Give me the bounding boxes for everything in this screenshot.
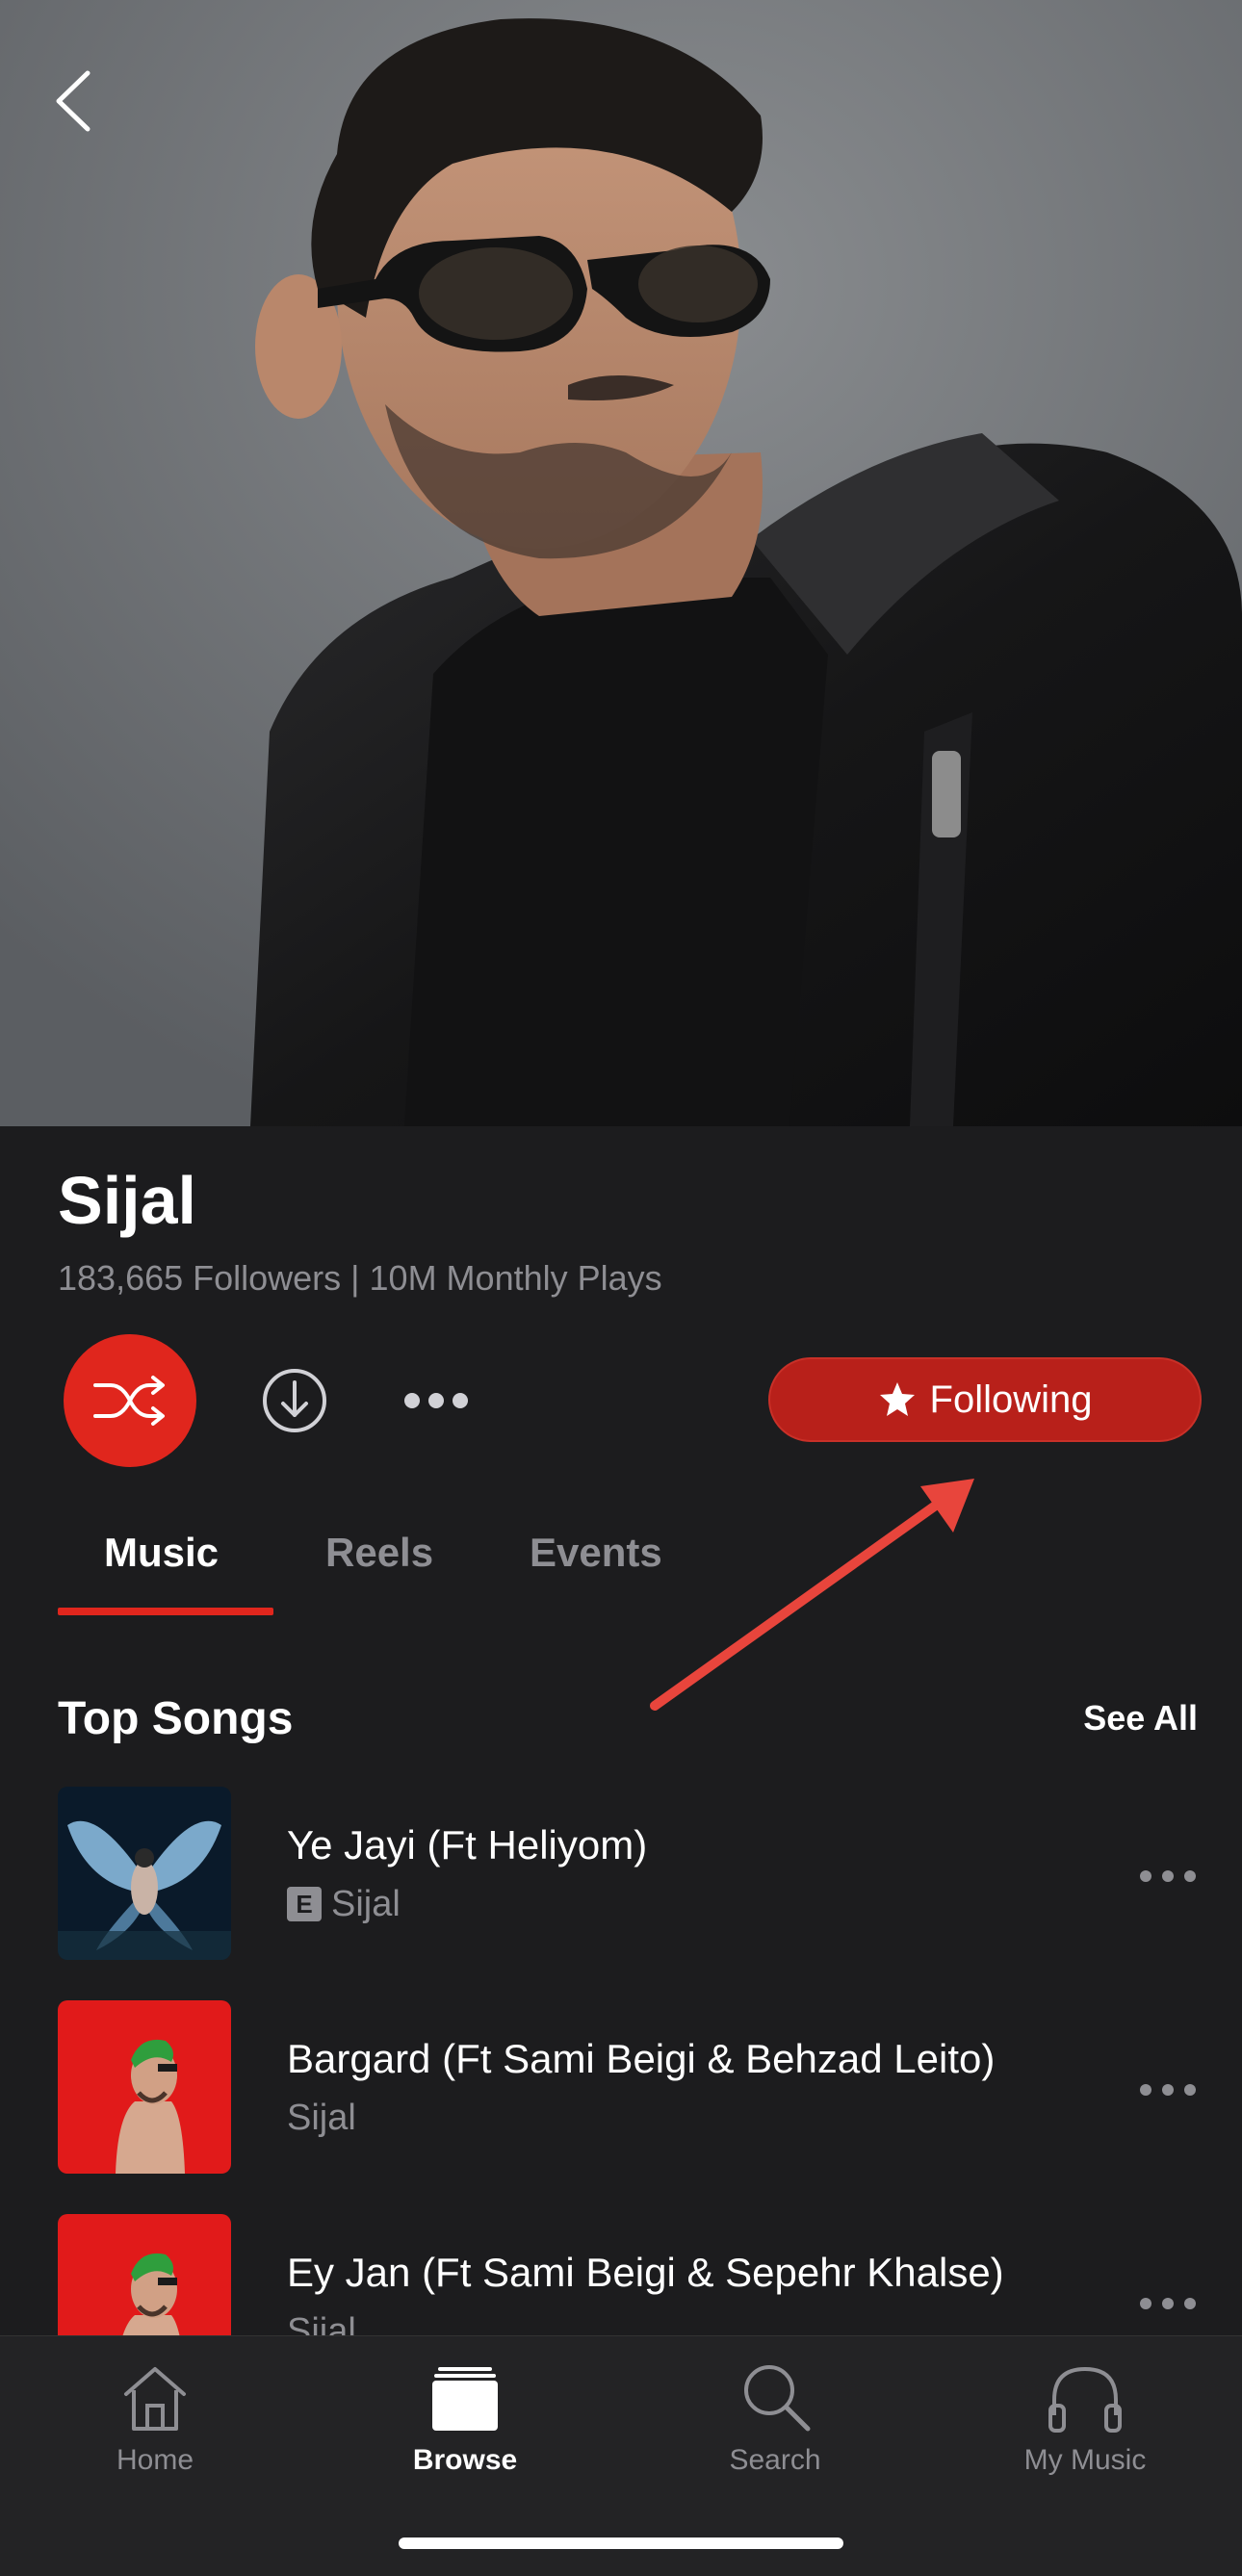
back-button[interactable] xyxy=(39,58,108,144)
following-button[interactable]: Following xyxy=(768,1357,1202,1442)
song-title: Ey Jan (Ft Sami Beigi & Sepehr Khalse) xyxy=(287,2250,1004,2295)
shuffle-button[interactable] xyxy=(64,1334,196,1467)
song-artist: E Sijal xyxy=(287,1881,401,1927)
top-songs-title: Top Songs xyxy=(58,1693,294,1744)
song-title: Ye Jayi (Ft Heliyom) xyxy=(287,1822,648,1868)
tabbar-item-my-music[interactable]: My Music xyxy=(930,2336,1240,2500)
artist-name: Sijal xyxy=(58,1163,196,1238)
download-button[interactable] xyxy=(260,1366,329,1435)
song-more-button[interactable] xyxy=(1138,2274,1198,2333)
ellipsis-icon xyxy=(1140,2084,1196,2096)
song-artist-label: Sijal xyxy=(287,2311,356,2335)
browse-icon xyxy=(432,2367,498,2431)
song-artwork xyxy=(58,2000,231,2174)
song-artist: Sijal xyxy=(287,2095,356,2141)
home-icon xyxy=(124,2367,186,2431)
song-row[interactable]: Ye Jayi (Ft Heliyom) E Sijal xyxy=(0,1787,1242,1966)
see-all-link[interactable]: See All xyxy=(1083,1696,1198,1740)
tabbar-label: My Music xyxy=(1023,2444,1147,2476)
artist-photo xyxy=(0,0,1242,1126)
song-artist-label: Sijal xyxy=(287,2098,356,2138)
tab-music[interactable]: Music xyxy=(104,1527,219,1579)
song-more-button[interactable] xyxy=(1138,1846,1198,1906)
tabbar-label: Search xyxy=(729,2444,821,2476)
song-more-button[interactable] xyxy=(1138,2060,1198,2120)
headphones-icon xyxy=(1048,2366,1122,2433)
ellipsis-icon xyxy=(1140,1870,1196,1882)
tabbar-label: Home xyxy=(116,2444,194,2476)
tab-reels[interactable]: Reels xyxy=(325,1527,433,1579)
chevron-left-icon xyxy=(56,70,91,132)
explicit-badge: E xyxy=(287,1887,322,1921)
song-title: Bargard (Ft Sami Beigi & Behzad Leito) xyxy=(287,2036,996,2081)
search-icon xyxy=(744,2365,811,2432)
tabbar-item-search[interactable]: Search xyxy=(620,2336,930,2500)
active-tab-indicator xyxy=(58,1608,273,1615)
annotation-arrow xyxy=(650,1479,974,1711)
song-artist: Sijal xyxy=(287,2308,356,2335)
song-artist-label: Sijal xyxy=(331,1884,401,1924)
star-icon xyxy=(879,1382,915,1416)
artist-stats: 183,665 Followers | 10M Monthly Plays xyxy=(58,1258,662,1298)
ellipsis-icon xyxy=(1140,2298,1196,2309)
following-label: Following xyxy=(929,1378,1093,1421)
ellipsis-icon xyxy=(404,1393,468,1408)
more-options-button[interactable] xyxy=(395,1371,478,1430)
shuffle-icon xyxy=(93,1376,165,1426)
artist-hero-photo xyxy=(0,0,1242,1126)
song-artwork xyxy=(58,1787,231,1960)
tabbar-item-home[interactable]: Home xyxy=(0,2336,310,2500)
tabbar-item-browse[interactable]: Browse xyxy=(310,2336,620,2500)
home-indicator xyxy=(399,2537,843,2549)
song-row[interactable]: Ey Jan (Ft Sami Beigi & Sepehr Khalse) S… xyxy=(0,2214,1242,2335)
download-icon xyxy=(263,1369,326,1432)
tabbar-label: Browse xyxy=(412,2444,518,2476)
song-row[interactable]: Bargard (Ft Sami Beigi & Behzad Leito) S… xyxy=(0,2000,1242,2179)
song-artwork xyxy=(58,2214,231,2335)
